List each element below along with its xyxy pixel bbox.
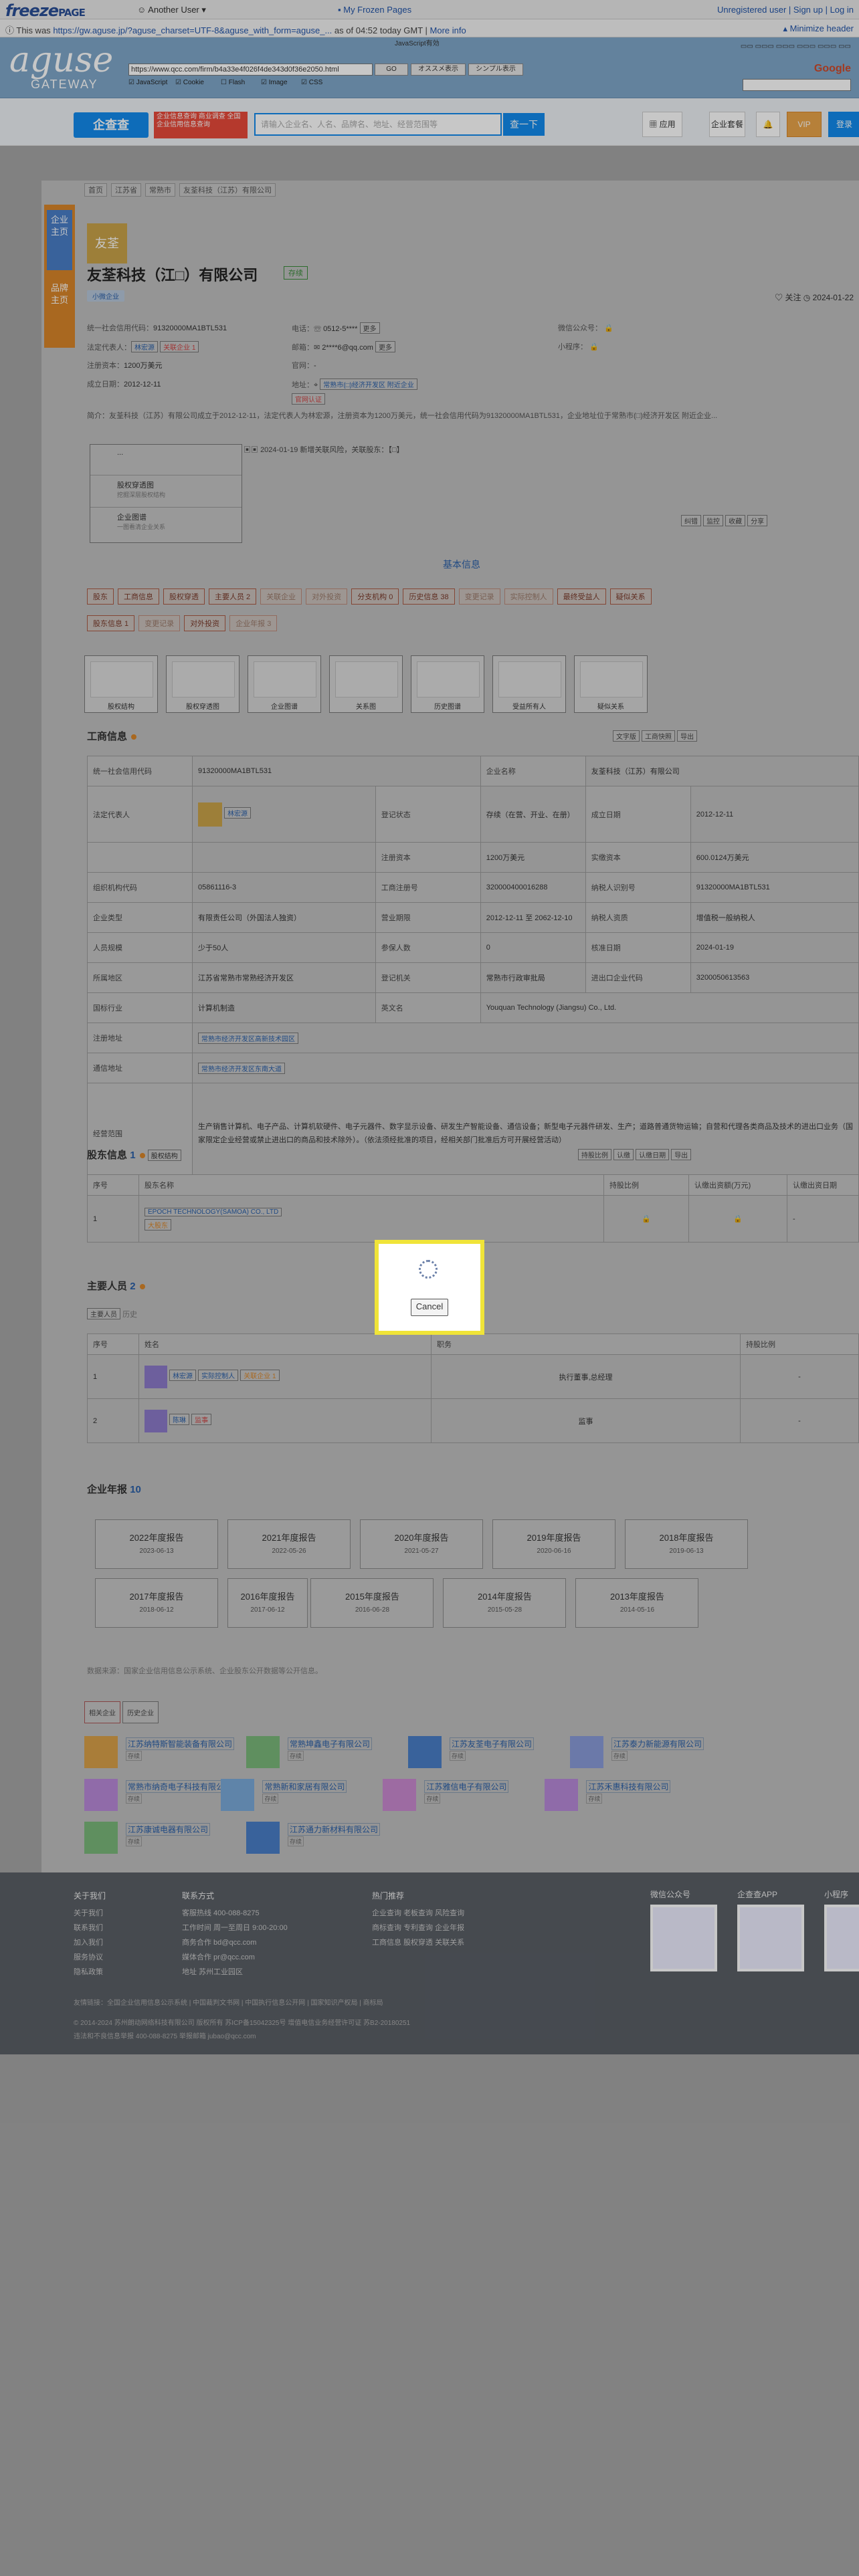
page: freezePAGE ☺ Another User ▾ ▪ My Frozen … [0,0,859,2576]
loading-spinner-icon [419,1260,438,1279]
loading-dialog: Cancel [375,1240,484,1335]
cancel-button[interactable]: Cancel [411,1299,448,1316]
